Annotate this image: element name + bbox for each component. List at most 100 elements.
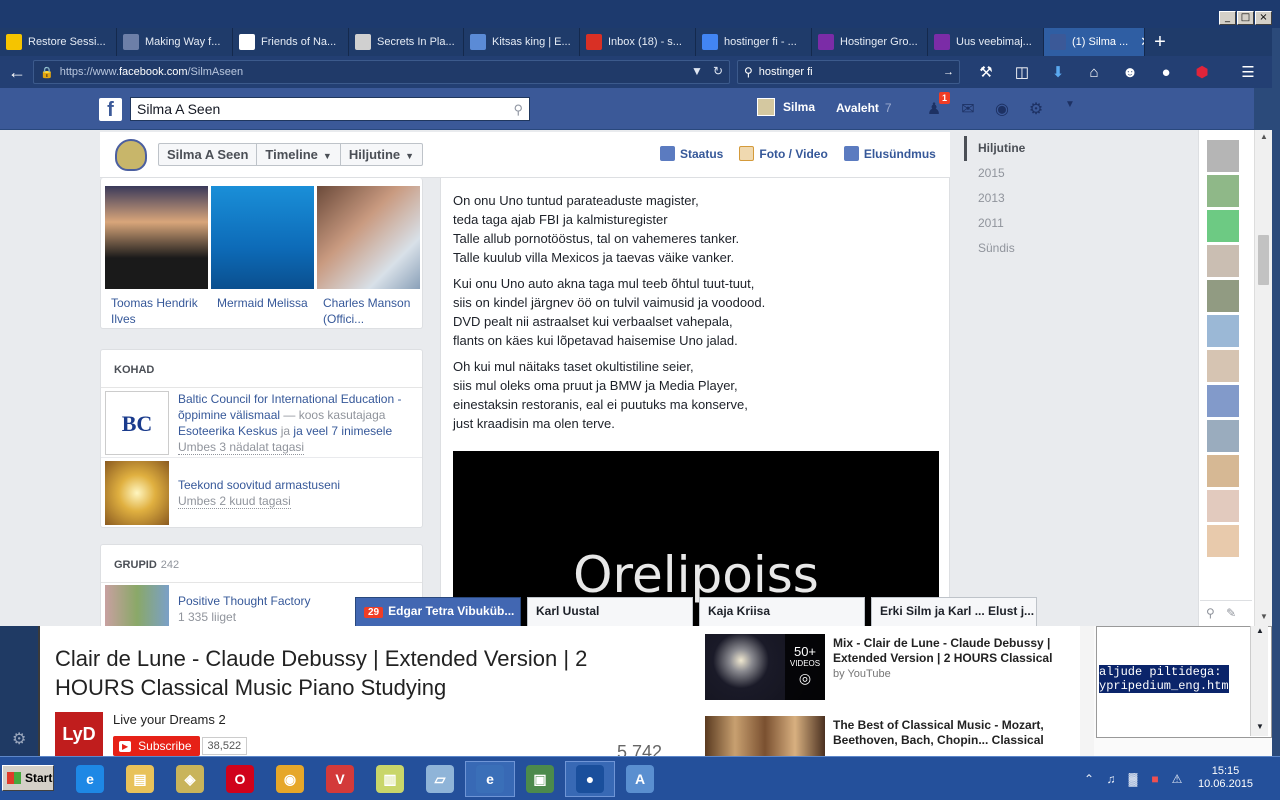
chat-friend-avatar[interactable] — [1207, 210, 1239, 242]
place-thumbnail[interactable]: BC — [105, 391, 169, 455]
chat-tab[interactable]: 29 Edgar Tetra Vibuküb... — [355, 597, 521, 626]
facebook-search-input[interactable]: Silma A Seen ⚲ — [130, 97, 530, 121]
url-bar[interactable]: 🔒 https://www. facebook.com/SilmAseen ▼ ↻ — [33, 60, 730, 84]
browser-tab[interactable]: Friends of Na... — [233, 28, 349, 56]
home-link[interactable]: Avaleht 7 — [836, 101, 892, 115]
browser-tab[interactable]: Hostinger Gro... — [812, 28, 928, 56]
recommended-title-link[interactable]: The Best of Classical Music - Mozart, Be… — [833, 718, 1083, 748]
chat-friend-avatar[interactable] — [1207, 385, 1239, 417]
timeline-name-button[interactable]: Silma A Seen — [159, 144, 258, 165]
taskbar-app[interactable]: e — [65, 761, 115, 797]
scroll-down-arrow-icon[interactable]: ▼ — [1255, 612, 1273, 621]
chat-tab[interactable]: Karl Uustal — [527, 597, 693, 626]
taskbar-app[interactable]: ● — [565, 761, 615, 797]
search-go-arrow-icon[interactable]: → — [943, 66, 954, 78]
year-link-2013[interactable]: 2013 — [964, 186, 1054, 211]
clock[interactable]: 15:15 10.06.2015 — [1198, 765, 1253, 791]
year-link-born[interactable]: Sündis — [964, 236, 1054, 261]
others-link[interactable]: ja veel 7 inimesele — [293, 424, 392, 438]
year-link-recent[interactable]: Hiljutine — [964, 136, 1054, 161]
chat-tab[interactable]: Erki Silm ja Karl ... Elust j... — [871, 597, 1037, 626]
security-icon[interactable]: ■ — [1144, 772, 1166, 786]
friend-photo[interactable] — [317, 186, 420, 289]
browser-tab[interactable]: Uus veebimaj... — [928, 28, 1044, 56]
place-title-link[interactable]: Teekond soovitud armastuseni — [178, 478, 340, 492]
taskbar-app[interactable]: ◈ — [165, 761, 215, 797]
browser-tab[interactable]: Inbox (18) - s... — [580, 28, 696, 56]
scroll-down-arrow-icon[interactable]: ▼ — [1251, 722, 1269, 731]
close-tab-icon[interactable]: ✕ — [1128, 34, 1144, 50]
document-scrollbar[interactable]: ▲ ▼ — [1250, 626, 1268, 736]
selected-text[interactable]: aljude piltidega: ypripedium_eng.htm — [1099, 665, 1229, 693]
video-thumbnail[interactable]: 50+ VIDEOS ◎ — [705, 634, 825, 700]
video-thumbnail[interactable] — [705, 716, 825, 756]
maximize-button[interactable]: □ — [1237, 11, 1254, 25]
chat-friend-avatar[interactable] — [1207, 315, 1239, 347]
account-dropdown-icon[interactable]: ▼ — [1060, 99, 1080, 119]
photo-video-button[interactable]: Foto / Video — [739, 146, 828, 161]
notifications-globe-icon[interactable]: ◉ — [992, 99, 1012, 119]
browser-tab[interactable]: Restore Sessi... — [0, 28, 117, 56]
profile-link[interactable]: Silma — [757, 98, 815, 116]
chat-friend-avatar[interactable] — [1207, 175, 1239, 207]
channel-avatar[interactable]: LyD — [55, 712, 103, 756]
friend-requests-icon[interactable]: ♟ 1 — [924, 92, 950, 119]
chat-friend-avatar[interactable] — [1207, 280, 1239, 312]
recommended-title-link[interactable]: Mix - Clair de Lune - Claude Debussy | E… — [833, 636, 1083, 666]
gear-icon[interactable]: ⚙ — [12, 729, 26, 749]
subscribe-button[interactable]: ▶ Subscribe — [113, 736, 200, 756]
taskbar-app[interactable]: e — [465, 761, 515, 797]
chat-search-icon[interactable]: ⚲ — [1206, 606, 1215, 620]
adblock-icon[interactable]: ⬢ — [1184, 63, 1220, 81]
close-window-button[interactable]: × — [1255, 11, 1272, 25]
browser-tab[interactable]: Kitsas king | E... — [464, 28, 580, 56]
chat-friend-avatar[interactable] — [1207, 420, 1239, 452]
browser-tab[interactable]: hostinger fi - ... — [696, 28, 812, 56]
status-button[interactable]: Staatus — [660, 146, 723, 161]
taskbar-app[interactable]: ▤ — [115, 761, 165, 797]
places-header[interactable]: KOHAD — [101, 350, 422, 388]
network-icon[interactable]: ⚠ — [1166, 772, 1188, 786]
facebook-logo-icon[interactable]: f — [99, 98, 122, 121]
place-thumbnail[interactable] — [105, 461, 169, 525]
chat-friend-avatar[interactable] — [1207, 490, 1239, 522]
life-event-button[interactable]: Elusündmus — [843, 146, 936, 161]
new-tab-button[interactable]: + — [1145, 28, 1175, 56]
search-bar[interactable]: ⚲ hostinger fi → — [737, 60, 960, 84]
taskbar-app[interactable]: V — [315, 761, 365, 797]
compose-icon[interactable]: ✎ — [1226, 606, 1236, 620]
download-arrow-icon[interactable]: ⬇ — [1040, 63, 1076, 81]
chat-friend-avatar[interactable] — [1207, 245, 1239, 277]
reload-icon[interactable]: ↻ — [713, 64, 723, 78]
pocket-icon[interactable]: ◫ — [1004, 63, 1040, 81]
time-ago[interactable]: Umbes 3 nädalat tagasi — [178, 440, 305, 455]
with-user-link[interactable]: Esoteerika Keskus — [178, 424, 277, 438]
scroll-up-arrow-icon[interactable]: ▲ — [1255, 132, 1273, 141]
year-link-2015[interactable]: 2015 — [964, 161, 1054, 186]
dropdown-arrow-icon[interactable]: ▼ — [691, 64, 703, 78]
time-ago[interactable]: Umbes 2 kuud tagasi — [178, 494, 291, 509]
friend-name-link[interactable]: Charles Manson (Offici... — [323, 295, 423, 327]
back-arrow-icon[interactable]: ← — [4, 59, 30, 85]
chat-friend-avatar[interactable] — [1207, 140, 1239, 172]
friend-photo[interactable] — [105, 186, 208, 289]
chat-tab[interactable]: Kaja Kriisa — [699, 597, 865, 626]
channel-name-link[interactable]: Live your Dreams 2 — [113, 712, 226, 727]
minimize-button[interactable]: _ — [1219, 11, 1236, 25]
year-link-2011[interactable]: 2011 — [964, 211, 1054, 236]
recent-dropdown[interactable]: Hiljutine ▼ — [341, 144, 422, 165]
taskbar-app[interactable]: ▱ — [415, 761, 465, 797]
browser-tab[interactable]: Secrets In Pla... — [349, 28, 464, 56]
smiley-icon[interactable]: ☻ — [1112, 64, 1148, 81]
menu-icon[interactable]: ☰ — [1230, 63, 1266, 81]
browser-tab[interactable]: (1) Silma ...✕ — [1044, 28, 1145, 56]
magnifier-icon[interactable]: ⚲ — [513, 102, 523, 118]
chat-friend-avatar[interactable] — [1207, 350, 1239, 382]
page-scrollbar[interactable]: ▲ ▼ — [1254, 130, 1272, 626]
start-button[interactable]: Start — [2, 765, 54, 791]
scrollbar-thumb[interactable] — [1258, 235, 1269, 285]
group-title-link[interactable]: Positive Thought Factory — [178, 594, 311, 608]
home-icon[interactable]: ⌂ — [1076, 64, 1112, 81]
scroll-up-arrow-icon[interactable]: ▲ — [1251, 626, 1269, 635]
recommended-video[interactable]: 50+ VIDEOS ◎ Mix - Clair de Lune - Claude … — [705, 634, 1085, 704]
